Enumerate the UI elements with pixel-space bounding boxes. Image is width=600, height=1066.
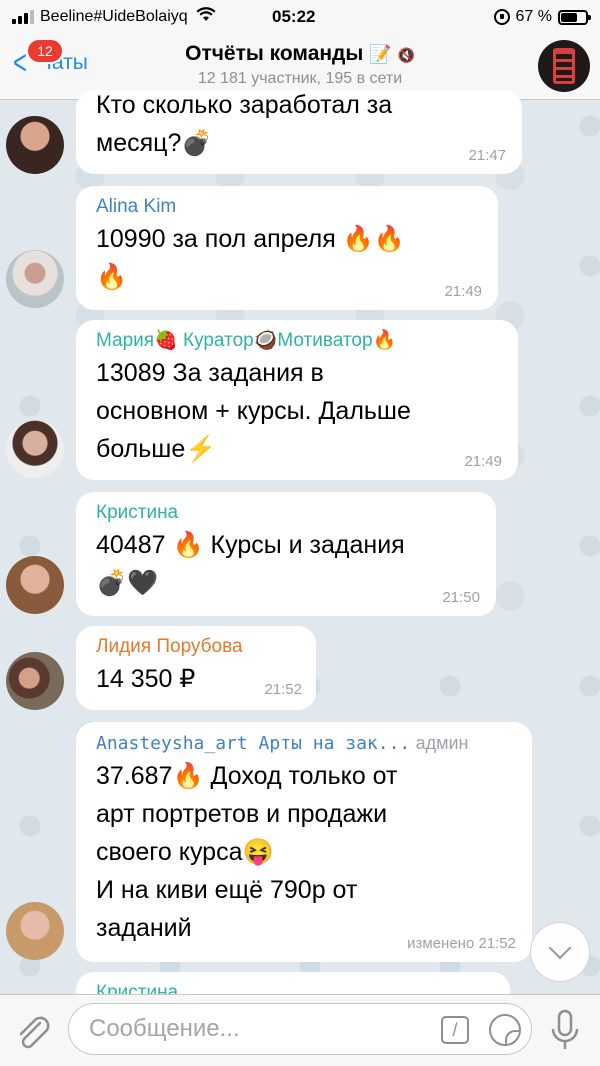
sender-name[interactable]: Anasteysha_art Арты на зак...: [96, 733, 410, 754]
message-field[interactable]: /: [68, 1003, 532, 1055]
message-bubble[interactable]: Кто сколько заработал за месяц?💣 21:47: [76, 90, 522, 174]
avatar[interactable]: [6, 556, 64, 614]
message-time: 21:49: [464, 453, 502, 470]
message-bubble[interactable]: Anasteysha_art Арты на зак... админ 37.6…: [76, 722, 532, 962]
sender-name[interactable]: Лидия Порубова: [96, 634, 300, 660]
message-bubble[interactable]: Alina Kim 10990 за пол апреля 🔥🔥 🔥 21:49: [76, 186, 498, 310]
message-text: 37.687🔥 Доход только от арт портретов и …: [96, 757, 516, 947]
avatar[interactable]: [6, 652, 64, 710]
chat-avatar[interactable]: [538, 40, 590, 92]
title-emoji: 📝: [369, 44, 392, 64]
avatar[interactable]: [6, 902, 64, 960]
admin-badge: админ: [415, 733, 469, 753]
rotation-lock-icon: [493, 9, 510, 25]
message-input[interactable]: [89, 1015, 419, 1043]
message-line: основном + курсы. Дальше: [96, 397, 411, 425]
message-line: 40487 🔥 Курсы и задания: [96, 531, 405, 559]
chevron-down-icon: [548, 936, 572, 960]
chat-header[interactable]: Отчёты команды 📝 🔇 12 181 участник, 195 …: [0, 42, 600, 88]
message-time: 21:50: [442, 589, 480, 606]
message-text: 10990 за пол апреля 🔥🔥 🔥: [96, 220, 482, 296]
chat-title: Отчёты команды 📝 🔇: [0, 42, 600, 66]
chat-title-text: Отчёты команды: [185, 42, 364, 65]
message-line: Кто сколько заработал за: [96, 91, 393, 119]
sender-name[interactable]: Alina Kim: [96, 194, 482, 220]
microphone-icon[interactable]: [550, 1009, 580, 1053]
message-line: арт портретов и продажи: [96, 800, 388, 828]
mute-icon: 🔇: [397, 47, 415, 63]
wifi-icon: [196, 7, 216, 27]
message-time: 21:49: [444, 283, 482, 300]
avatar[interactable]: [6, 420, 64, 478]
message-line: своего курса😝: [96, 838, 274, 866]
paperclip-icon[interactable]: [14, 1015, 54, 1049]
signal-icon: [12, 10, 34, 24]
message-time: 21:52: [264, 681, 302, 698]
message-line: 13089 За задания в: [96, 359, 324, 387]
message-line: больше⚡: [96, 435, 217, 463]
message-bubble[interactable]: Лидия Порубова 14 350 ₽ 21:52: [76, 626, 316, 710]
carrier-label: Beeline#UideBolaiyq: [40, 8, 188, 25]
message-line: 💣🖤: [96, 569, 159, 597]
message-text: Кто сколько заработал за месяц?💣: [96, 86, 506, 162]
message-bubble[interactable]: Кристина 40487 🔥 Курсы и задания 💣🖤 21:5…: [76, 492, 496, 616]
message-time: изменено 21:52: [407, 935, 516, 952]
sender-name[interactable]: Кристина: [96, 500, 480, 526]
battery-fill: [561, 12, 578, 22]
battery-percent: 67 %: [515, 8, 552, 25]
battery-icon: [558, 9, 591, 25]
sender-header: Anasteysha_art Арты на зак... админ: [96, 730, 516, 757]
sender-name[interactable]: Мария🍓 Куратор🥥Мотиватор🔥: [96, 328, 502, 354]
message-time: 21:47: [468, 147, 506, 164]
message-line: 10990 за пол апреля 🔥🔥: [96, 225, 405, 253]
input-bar: /: [0, 994, 600, 1066]
scroll-down-button[interactable]: [530, 922, 590, 982]
message-line: 🔥: [96, 263, 128, 291]
clock: 05:22: [272, 7, 316, 26]
avatar[interactable]: [6, 116, 64, 174]
message-text: 40487 🔥 Курсы и задания 💣🖤: [96, 526, 480, 602]
message-line: 37.687🔥 Доход только от: [96, 762, 398, 790]
message-line: И на киви ещё 790р от: [96, 876, 358, 904]
film-icon: [553, 48, 575, 84]
message-text: 13089 За задания в основном + курсы. Дал…: [96, 354, 502, 468]
message-line: месяц?💣: [96, 129, 213, 157]
slash-command-icon[interactable]: /: [441, 1016, 469, 1044]
sticker-icon[interactable]: [489, 1014, 521, 1046]
status-bar: Beeline#UideBolaiyq 05:22 67 %: [0, 0, 600, 34]
avatar[interactable]: [6, 250, 64, 308]
message-bubble[interactable]: Мария🍓 Куратор🥥Мотиватор🔥 13089 За задан…: [76, 320, 518, 480]
